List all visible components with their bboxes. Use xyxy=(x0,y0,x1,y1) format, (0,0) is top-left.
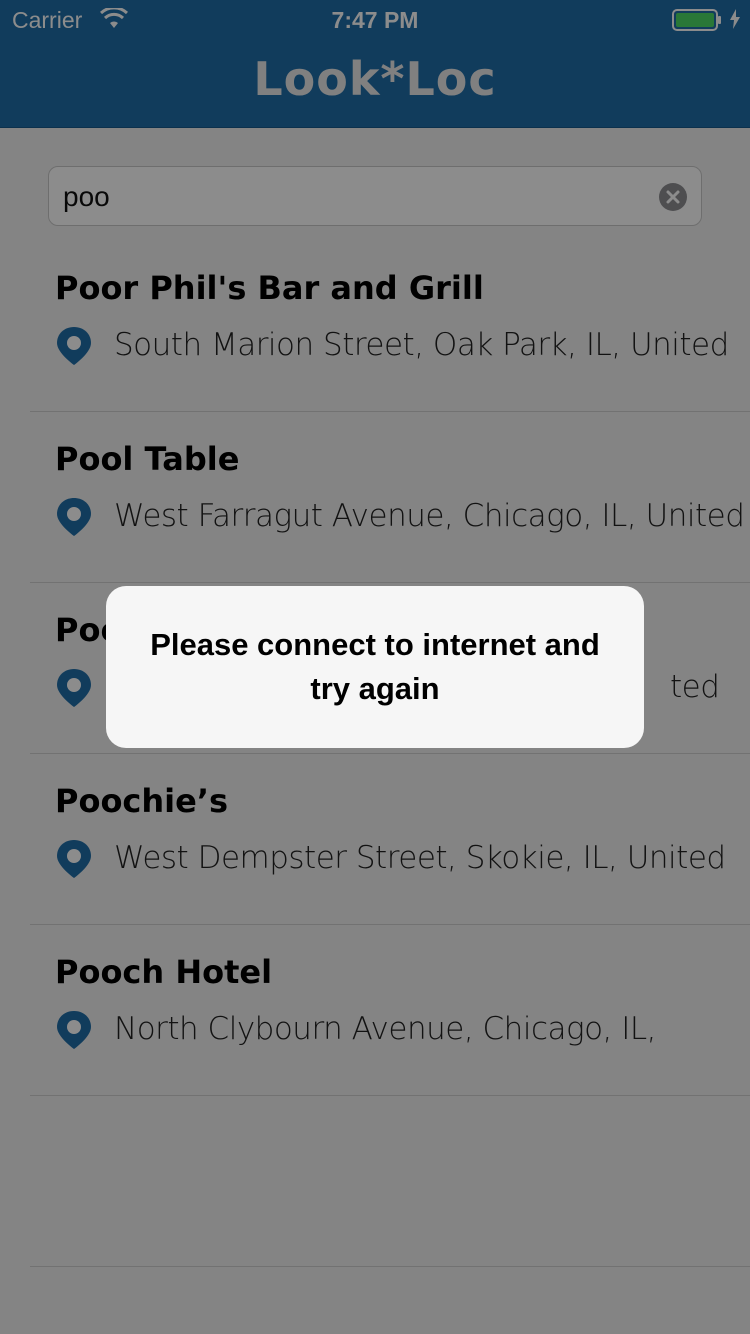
toast-message: Please connect to internet and try again xyxy=(150,627,600,706)
no-internet-toast: Please connect to internet and try again xyxy=(106,586,644,748)
